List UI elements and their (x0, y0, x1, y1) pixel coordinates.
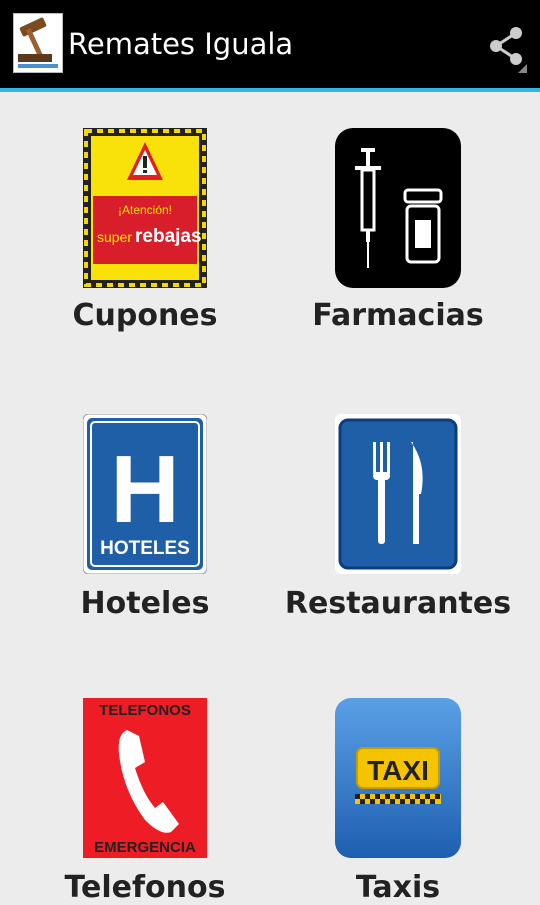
emergency-phone-icon: TELEFONOS EMERGENCIA (83, 698, 207, 858)
sign-attention-text: ¡Atención! (118, 203, 172, 217)
hotel-sign-icon: H HOTELES (82, 413, 208, 575)
tile-telefonos[interactable]: TELEFONOS EMERGENCIA Telefonos (0, 698, 270, 905)
tile-label: Farmacias (312, 298, 484, 333)
action-bar: Remates Iguala (0, 0, 540, 88)
tile-taxis[interactable]: TAXI Taxis (270, 698, 540, 905)
tile-cupones[interactable]: ¡Atención! super rebajas Cupones (0, 128, 270, 358)
sign-super-text: super (97, 229, 132, 245)
taxi-sign-icon: TAXI (335, 698, 461, 858)
sign-rebajas-text: rebajas (135, 226, 202, 247)
share-icon[interactable] (488, 25, 528, 67)
tile-label: Cupones (72, 298, 218, 333)
sign-hoteles-text: HOTELES (100, 538, 190, 559)
overflow-indicator (518, 64, 527, 73)
tile-farmacias[interactable]: Farmacias (270, 128, 540, 358)
tile-label: Hoteles (80, 586, 210, 621)
tile-hoteles[interactable]: H HOTELES Hoteles (0, 413, 270, 644)
coupon-sale-sign-icon: ¡Atención! super rebajas (83, 128, 207, 288)
category-grid: ¡Atención! super rebajas Cupones Farmaci (0, 92, 540, 905)
sign-taxi-text: TAXI (367, 755, 429, 786)
tile-restaurantes[interactable]: Restaurantes (270, 414, 540, 644)
sign-h-text: H (110, 436, 179, 543)
gavel-logo-icon[interactable] (13, 13, 63, 73)
sign-telefonos-text: TELEFONOS (99, 702, 191, 719)
pharmacy-syringe-icon (335, 128, 461, 288)
tile-label: Restaurantes (284, 586, 512, 621)
app-title: Remates Iguala (68, 27, 294, 61)
sign-emergencia-text: EMERGENCIA (94, 839, 196, 856)
restaurant-fork-knife-icon (335, 414, 461, 574)
